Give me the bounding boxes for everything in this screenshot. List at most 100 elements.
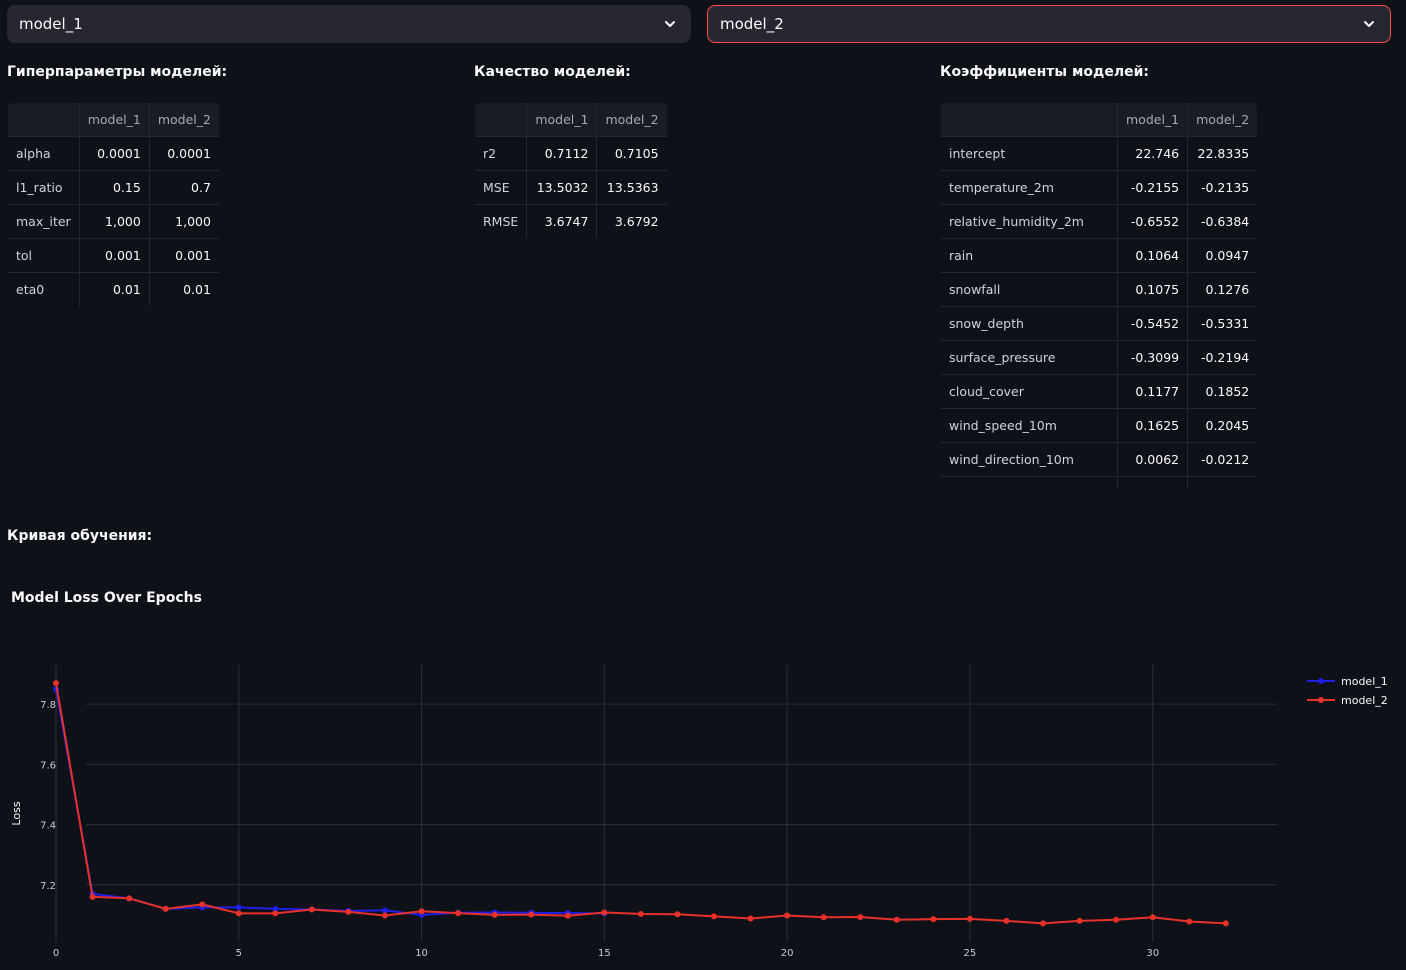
table-cell[interactable]: 0.1852: [1187, 374, 1258, 409]
row-label: temperature_2m: [941, 170, 1118, 205]
table-cell[interactable]: 0.0001: [148, 136, 219, 171]
data-point-model_2: [272, 910, 279, 917]
table-cell[interactable]: -0.5452: [1116, 306, 1189, 341]
coefficients-table[interactable]: model_1 model_2 intercept 22.746 22.8335 t…: [940, 102, 1259, 489]
row-label: max_iter: [7, 204, 80, 239]
column-header[interactable]: model_2: [148, 103, 219, 137]
table-cell[interactable]: 0.0062: [1116, 442, 1189, 477]
column-header[interactable]: model_1: [526, 103, 598, 137]
y-axis-label: Loss: [10, 801, 23, 825]
data-point-model_2: [857, 914, 864, 921]
table-row-partial: [941, 476, 1258, 488]
table-cell[interactable]: -0.6384: [1187, 204, 1258, 239]
table-row: eta0 0.01 0.01: [7, 272, 219, 306]
table-cell[interactable]: 13.5363: [596, 170, 667, 205]
table-cell[interactable]: 0.1075: [1116, 272, 1189, 307]
table-row: cloud_cover 0.1177 0.1852: [941, 374, 1258, 409]
table-cell[interactable]: 0.7: [148, 170, 219, 205]
table-row: snow_depth -0.5452 -0.5331: [941, 306, 1258, 341]
chart-title: Model Loss Over Epochs: [11, 590, 202, 606]
table-cell[interactable]: 1,000: [148, 204, 219, 239]
table-cell[interactable]: 0.0947: [1187, 238, 1258, 273]
table-cell[interactable]: 13.5032: [526, 170, 598, 205]
data-point-model_2: [820, 914, 827, 921]
data-point-model_2: [491, 911, 498, 918]
app-root: model_1 model_2 Гиперпараметры моделей: …: [0, 0, 1406, 970]
data-point-model_2: [418, 908, 425, 915]
x-tick-label: 25: [964, 948, 977, 959]
table-cell[interactable]: 0.7112: [526, 136, 598, 171]
row-label: tol: [7, 238, 80, 273]
x-tick-label: 15: [598, 948, 611, 959]
data-point-model_2: [235, 910, 242, 917]
table-cell[interactable]: 3.6792: [596, 204, 667, 238]
model-select-right[interactable]: model_2: [707, 5, 1391, 43]
table-row: wind_speed_10m 0.1625 0.2045: [941, 408, 1258, 443]
table-cell[interactable]: 0.2045: [1187, 408, 1258, 443]
table-cell[interactable]: -0.2155: [1116, 170, 1189, 205]
data-point-model_2: [162, 905, 169, 912]
quality-table[interactable]: model_1 model_2 r2 0.7112 0.7105 MSE 13.…: [474, 102, 668, 239]
table-cell[interactable]: 1,000: [78, 204, 150, 239]
column-header[interactable]: model_1: [78, 103, 150, 137]
table-cell[interactable]: -0.0212: [1187, 442, 1258, 477]
x-tick-label: 0: [53, 948, 59, 959]
row-label: relative_humidity_2m: [941, 204, 1118, 239]
table-cell[interactable]: 0.7105: [596, 136, 667, 171]
row-label: snow_depth: [941, 306, 1118, 341]
table-cell[interactable]: 0.1625: [1116, 408, 1189, 443]
table-row: tol 0.001 0.001: [7, 238, 219, 273]
table-cell[interactable]: 0.001: [78, 238, 150, 273]
table-cell[interactable]: 22.746: [1116, 136, 1189, 171]
data-point-model_2: [747, 915, 754, 922]
row-label: r2: [474, 136, 528, 171]
table-cell[interactable]: -0.2135: [1187, 170, 1258, 205]
legend-label-model_2: model_2: [1341, 694, 1388, 707]
data-point-model_2: [966, 915, 973, 922]
row-label: MSE: [474, 170, 528, 205]
table-cell[interactable]: 3.6747: [526, 204, 598, 238]
table-cell[interactable]: 0.001: [148, 238, 219, 273]
hyperparams-table[interactable]: model_1 model_2 alpha 0.0001 0.0001 l1_r…: [7, 102, 220, 307]
data-point-model_2: [1076, 917, 1083, 924]
data-point-model_2: [53, 680, 59, 687]
row-label: intercept: [941, 136, 1118, 171]
data-point-model_2: [308, 906, 315, 913]
table-cell[interactable]: 0.1064: [1116, 238, 1189, 273]
table-row: wind_direction_10m 0.0062 -0.0212: [941, 442, 1258, 477]
column-header[interactable]: model_1: [1116, 103, 1189, 137]
table-cell[interactable]: 0.01: [78, 272, 150, 306]
data-point-model_2: [126, 895, 133, 902]
row-label: rain: [941, 238, 1118, 273]
column-header[interactable]: model_2: [1187, 103, 1258, 137]
series-line-model_2: [55, 682, 1226, 925]
table-cell[interactable]: 0.15: [78, 170, 150, 205]
table-cell[interactable]: -0.6552: [1116, 204, 1189, 239]
hyperparams-title: Гиперпараметры моделей:: [7, 64, 228, 80]
table-row: temperature_2m -0.2155 -0.2135: [941, 170, 1258, 205]
table-row: relative_humidity_2m -0.6552 -0.6384: [941, 204, 1258, 239]
table-row: MSE 13.5032 13.5363: [474, 170, 667, 205]
table-cell[interactable]: 0.01: [148, 272, 219, 306]
x-tick-label: 30: [1146, 948, 1159, 959]
row-label: wind_direction_10m: [941, 442, 1118, 477]
loss-chart[interactable]: 0 5 10 15 20 25 30 7.2 7.4 7.6 7.8 Loss model_1model…: [0, 590, 1406, 970]
model-select-left-value: model_1: [19, 15, 83, 33]
data-point-model_2: [1186, 918, 1193, 925]
table-cell[interactable]: -0.2194: [1187, 340, 1258, 375]
table-cell[interactable]: 0.1177: [1116, 374, 1189, 409]
model-select-left[interactable]: model_1: [7, 5, 691, 43]
table-row: max_iter 1,000 1,000: [7, 204, 219, 239]
data-point-model_2: [1222, 920, 1229, 927]
table-row: surface_pressure -0.3099 -0.2194: [941, 340, 1258, 375]
table-cell[interactable]: -0.3099: [1116, 340, 1189, 375]
table-cell[interactable]: 0.1276: [1187, 272, 1258, 307]
column-header[interactable]: model_2: [596, 103, 667, 137]
quality-title: Качество моделей:: [474, 64, 631, 80]
data-point-model_2: [930, 916, 937, 923]
table-cell[interactable]: 22.8335: [1187, 136, 1258, 171]
table-corner: [474, 103, 528, 137]
table-cell[interactable]: -0.5331: [1187, 306, 1258, 341]
table-cell[interactable]: 0.0001: [78, 136, 150, 171]
data-point-model_2: [382, 912, 389, 919]
